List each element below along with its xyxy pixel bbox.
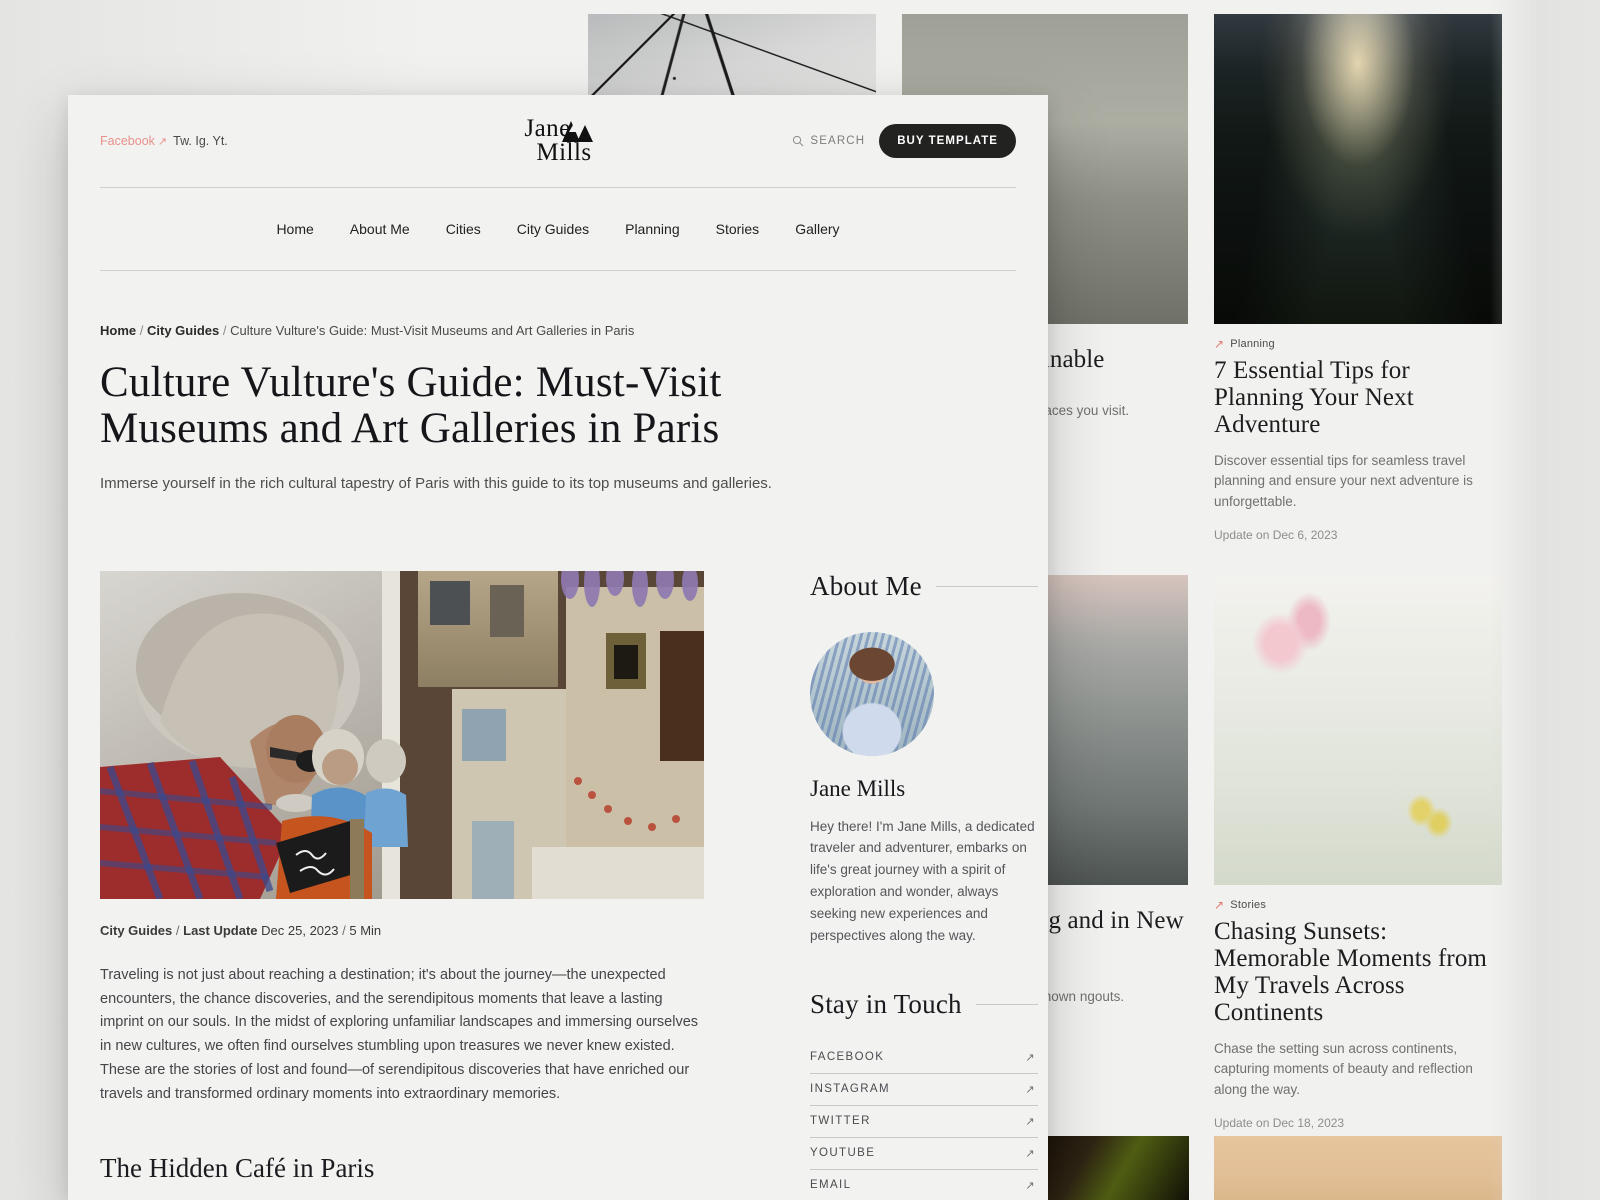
breadcrumb-separator-2: / <box>222 323 227 338</box>
background-card-sunsets[interactable]: ↗ Stories Chasing Sunsets: Memorable Mom… <box>1214 575 1502 1130</box>
breadcrumb-current: Culture Vulture's Guide: Must-Visit Muse… <box>230 323 635 338</box>
background-thumb-branches[interactable] <box>588 14 876 106</box>
search-icon <box>793 135 804 147</box>
social-link-instagram[interactable]: INSTAGRAM ↗ <box>810 1074 1038 1106</box>
arrow-up-right-icon: ↗ <box>1025 1083 1036 1096</box>
category-label: Planning <box>1230 338 1275 350</box>
background-card-date: Update on Dec 18, 2023 <box>1214 1115 1345 1130</box>
social-link-label: YOUTUBE <box>810 1147 876 1160</box>
background-thumb-dark-leaf[interactable] <box>1041 1136 1189 1200</box>
social-link-list: FACEBOOK ↗ INSTAGRAM ↗ TWITTER ↗ YOUTUBE… <box>810 1042 1038 1200</box>
stay-in-touch-heading: Stay in Touch <box>810 988 962 1019</box>
article-sidebar: About Me Jane Mills Hey there! I'm Jane … <box>810 571 1038 1200</box>
social-link-youtube[interactable]: YOUTUBE ↗ <box>810 1138 1038 1170</box>
meta-sep-1: / <box>175 922 180 938</box>
article-body-grid: City Guides / Last Update Dec 25, 2023 /… <box>100 570 1038 1200</box>
background-thumb-kraft[interactable] <box>1214 1136 1502 1200</box>
nav-item-stories[interactable]: Stories <box>716 221 760 237</box>
stay-in-touch-header: Stay in Touch <box>810 989 1038 1020</box>
nav-item-city-guides[interactable]: City Guides <box>517 221 589 237</box>
article-meta: City Guides / Last Update Dec 25, 2023 /… <box>100 923 736 938</box>
background-card-title: Chasing Sunsets: Memorable Moments from … <box>1214 918 1487 1026</box>
page-title: Culture Vulture's Guide: Must-Visit Muse… <box>100 359 722 453</box>
article-hero-image <box>100 570 704 899</box>
facebook-label: Facebook <box>100 134 155 148</box>
main-navigation: Home About Me Cities City Guides Plannin… <box>68 188 1048 270</box>
arrow-up-right-icon: ↗ <box>1214 898 1225 912</box>
meta-category[interactable]: City Guides <box>100 923 172 938</box>
other-socials-links[interactable]: Tw. Ig. Yt. <box>173 134 228 148</box>
article-content: Home / City Guides / Culture Vulture's G… <box>68 323 1048 1200</box>
kraft-paper-photo <box>1214 1136 1502 1200</box>
article-body-paragraph: Traveling is not just about reaching a d… <box>100 966 699 1103</box>
nav-item-home[interactable]: Home <box>276 221 313 237</box>
social-link-facebook[interactable]: FACEBOOK ↗ <box>810 1042 1038 1074</box>
search-label: SEARCH <box>810 135 866 147</box>
background-card-desc: Discover essential tips for seamless tra… <box>1214 453 1473 509</box>
social-link-label: EMAIL <box>810 1179 852 1192</box>
arrow-up-right-icon: ↗ <box>157 136 168 148</box>
suspension-bridge-hiker-photo <box>1214 14 1502 324</box>
site-logo[interactable]: Jane Mills <box>524 116 594 165</box>
buy-template-button[interactable]: BUY TEMPLATE <box>879 124 1017 158</box>
flower-vases-photo <box>1214 575 1502 885</box>
arrow-up-right-icon: ↗ <box>1214 337 1225 351</box>
breadcrumb-home[interactable]: Home <box>100 323 136 338</box>
meta-update-label: Last Update <box>183 922 258 938</box>
about-me-heading: About Me <box>810 570 922 601</box>
social-link-label: FACEBOOK <box>810 1051 885 1064</box>
article-section-heading: The Hidden Café in Paris <box>100 1153 375 1184</box>
meta-date: Dec 25, 2023 <box>261 922 339 938</box>
site-topbar: Facebook ↗ Tw. Ig. Yt. Jane Mills SEARCH… <box>68 95 1048 187</box>
background-card-date: Update on Dec 6, 2023 <box>1214 527 1338 542</box>
background-card-title: 7 Essential Tips for Planning Your Next … <box>1214 357 1414 438</box>
nav-item-about-me[interactable]: About Me <box>350 221 410 237</box>
nav-item-gallery[interactable]: Gallery <box>795 221 839 237</box>
topbar-actions: SEARCH BUY TEMPLATE <box>592 124 1017 158</box>
background-card-desc: Chase the setting sun across continents,… <box>1214 1041 1473 1097</box>
social-link-label: INSTAGRAM <box>810 1083 890 1096</box>
meta-sep-2: / <box>342 922 346 938</box>
branches-photo <box>588 14 876 106</box>
background-card-category[interactable]: ↗ Planning <box>1214 338 1502 350</box>
facebook-link[interactable]: Facebook ↗ <box>100 134 167 148</box>
heading-rule <box>975 1003 1038 1005</box>
breadcrumb-separator-1: / <box>139 323 144 338</box>
avatar <box>810 631 934 756</box>
about-me-header: About Me <box>810 571 1038 602</box>
nav-divider <box>100 270 1016 271</box>
heading-rule <box>935 585 1038 587</box>
arrow-up-right-icon: ↗ <box>1025 1051 1036 1064</box>
social-link-email[interactable]: EMAIL ↗ <box>810 1170 1038 1200</box>
meta-readtime: 5 Min <box>349 922 382 938</box>
nav-item-planning[interactable]: Planning <box>625 221 680 237</box>
breadcrumb: Home / City Guides / Culture Vulture's G… <box>100 323 1016 338</box>
right-vignette <box>1490 0 1600 1200</box>
arrow-up-right-icon: ↗ <box>1025 1147 1036 1160</box>
arrow-up-right-icon: ↗ <box>1025 1115 1036 1128</box>
stay-in-touch-section: Stay in Touch FACEBOOK ↗ INSTAGRAM ↗ TWI… <box>810 989 1038 1200</box>
background-card-category[interactable]: ↗ Stories <box>1214 899 1502 911</box>
author-bio: Hey there! I'm Jane Mills, a dedicated t… <box>810 818 1035 943</box>
social-link-twitter[interactable]: TWITTER ↗ <box>810 1106 1038 1138</box>
nav-item-cities[interactable]: Cities <box>446 221 481 237</box>
search-button[interactable]: SEARCH <box>792 135 865 147</box>
author-name: Jane Mills <box>810 775 906 801</box>
mountain-logo-icon <box>560 119 594 148</box>
screen: Tips for Sustainable sustainably, leavin… <box>0 0 1600 1200</box>
article-main-column: City Guides / Last Update Dec 25, 2023 /… <box>100 570 736 1200</box>
background-card-planning[interactable]: ↗ Planning 7 Essential Tips for Planning… <box>1214 14 1502 542</box>
arrow-up-right-icon: ↗ <box>1025 1179 1036 1192</box>
social-links-group: Facebook ↗ Tw. Ig. Yt. <box>100 134 524 148</box>
social-link-label: TWITTER <box>810 1115 871 1128</box>
article-window: Facebook ↗ Tw. Ig. Yt. Jane Mills SEARCH… <box>68 95 1048 1200</box>
category-label: Stories <box>1230 899 1267 911</box>
dark-leaf-photo <box>1041 1136 1189 1200</box>
page-subtitle: Immerse yourself in the rich cultural ta… <box>100 474 772 492</box>
breadcrumb-section[interactable]: City Guides <box>147 323 219 338</box>
